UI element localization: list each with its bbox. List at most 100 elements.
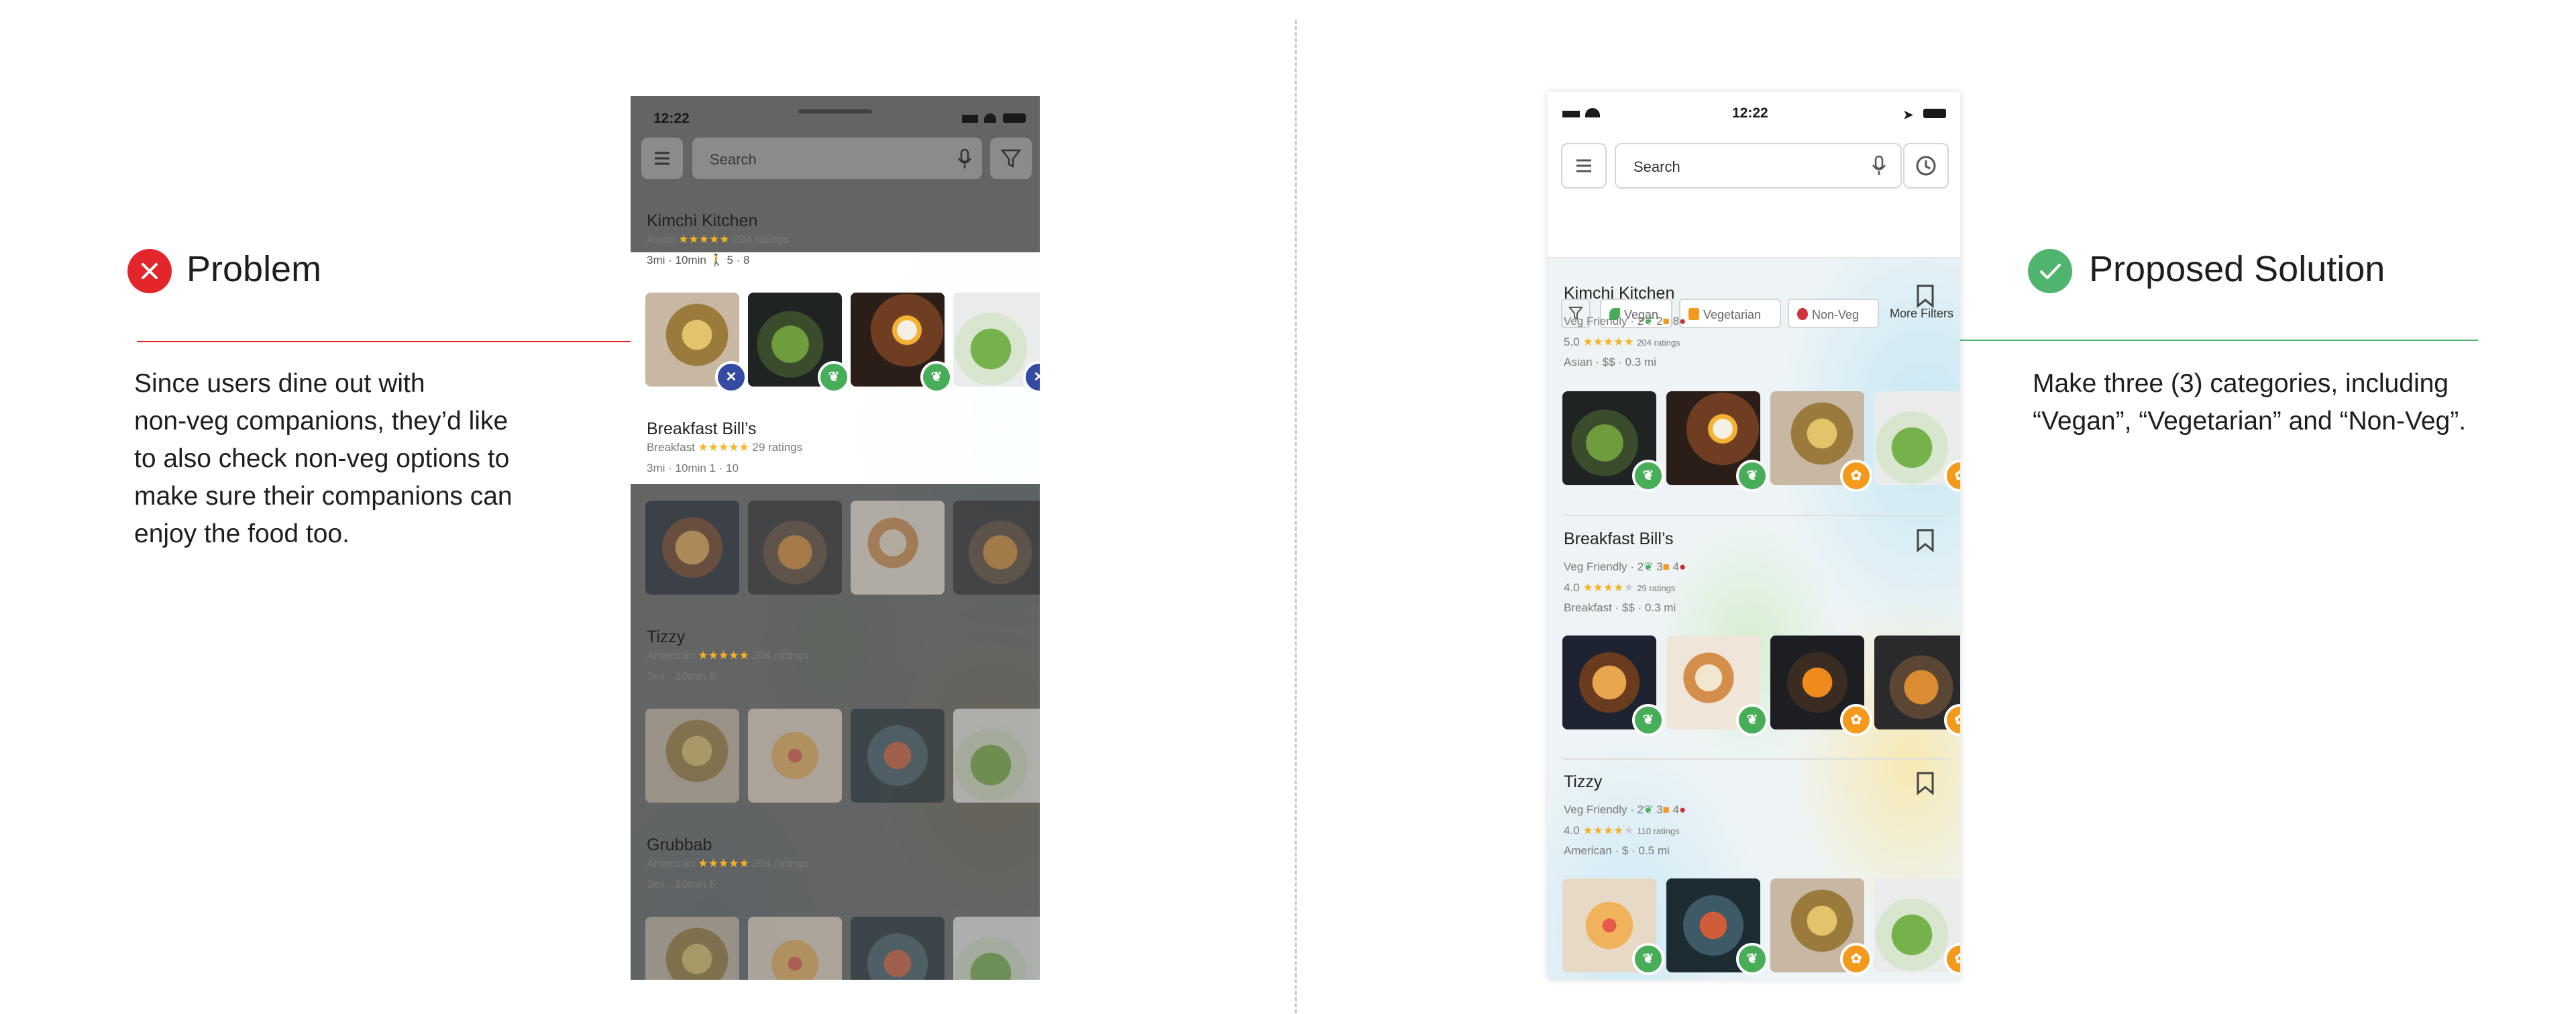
wifi-icon: [1585, 108, 1600, 117]
wifi-icon: [984, 113, 996, 123]
vegan-count: 2: [1637, 315, 1644, 327]
vegetarian-chip-label: Vegetarian: [1703, 308, 1762, 321]
rating-stars: ★★★★★: [1582, 824, 1634, 837]
distance: 0.3 mi: [1625, 356, 1656, 368]
problem-title: Problem: [186, 249, 322, 289]
search-input[interactable]: Search: [692, 138, 982, 179]
menu-button[interactable]: [641, 138, 683, 179]
rating-stars: ★★★★★: [1582, 581, 1634, 594]
bookmark-icon[interactable]: [1915, 771, 1935, 795]
restaurant-cuisine: American: [647, 857, 695, 870]
nonveg-chip-label: Non-Veg: [1812, 308, 1860, 321]
category-counts: 6: [709, 670, 716, 682]
meat-icon: ●: [1679, 803, 1686, 816]
veg-friendly-label: Veg Friendly: [1564, 803, 1627, 816]
restaurant-details: Asian · $$ · 0.3 mi: [1564, 356, 1656, 368]
solution-title: Proposed Solution: [2089, 249, 2385, 289]
food-photo[interactable]: [645, 709, 739, 803]
vegan-count: 2: [1637, 560, 1644, 573]
restaurant-meta: American ★★★★★ 204 ratings: [647, 857, 809, 870]
restaurant-category-counts: Veg Friendly · 2❦ 3■ 4●: [1564, 803, 1686, 816]
food-photo[interactable]: [748, 501, 842, 595]
vegetarian-chip[interactable]: Vegetarian: [1679, 299, 1781, 328]
status-bar: 12:22: [631, 96, 1040, 143]
food-photo[interactable]: [851, 917, 945, 980]
rating-stars: ★★★★★: [698, 441, 749, 454]
restaurant-rating-row: 5.0 ★★★★★ 204 ratings: [1564, 336, 1680, 349]
nonveg-chip[interactable]: Non-Veg: [1788, 299, 1879, 328]
rating-count: 110 ratings: [1637, 826, 1680, 836]
history-button[interactable]: [1903, 143, 1949, 189]
restaurant-ratings: 204 ratings: [733, 233, 790, 246]
restaurant-info: 3mi · 10min 6: [647, 878, 716, 891]
restaurant-name[interactable]: Breakfast Bill’s: [647, 419, 757, 439]
restaurant-info: 3mi · 10min 1 · 10: [647, 462, 739, 475]
leaf-badge-icon: ❦: [1736, 943, 1768, 975]
problem-line: enjoy the food too.: [134, 519, 350, 548]
restaurant-name[interactable]: Tizzy: [1564, 772, 1602, 792]
microphone-icon[interactable]: [957, 148, 973, 170]
vegetarian-count: 3: [1656, 560, 1663, 573]
food-photo[interactable]: [953, 501, 1040, 595]
menu-button[interactable]: [1561, 143, 1607, 189]
vegetarian-badge-icon: ✿: [1840, 704, 1872, 736]
category-counts: 1 · 10: [709, 462, 739, 474]
food-photo[interactable]: [953, 917, 1040, 980]
rating-value: 4.0: [1564, 581, 1580, 594]
rating-count: 29 ratings: [1637, 583, 1676, 593]
bookmark-icon[interactable]: [1915, 528, 1935, 552]
solution-description: Make three (3) categories, including “Ve…: [2033, 365, 2466, 440]
vegetarian-icon: [1688, 308, 1699, 320]
food-photo[interactable]: [953, 709, 1040, 803]
more-filters-link[interactable]: More Filters: [1890, 307, 1953, 321]
check-icon: [2028, 249, 2072, 293]
restaurant-name[interactable]: Tizzy: [647, 627, 685, 647]
nonveg-count: 4: [1672, 803, 1680, 816]
vegetarian-badge-icon: ✿: [1840, 943, 1872, 975]
restaurant-name[interactable]: Kimchi Kitchen: [1564, 284, 1674, 303]
food-photo[interactable]: [851, 501, 945, 595]
menu-icon: [655, 152, 669, 165]
food-photo[interactable]: [645, 917, 739, 980]
status-time: 12:22: [1732, 105, 1768, 121]
restaurant-name[interactable]: Breakfast Bill’s: [1564, 529, 1674, 549]
leaf-badge-icon: ❦: [1736, 704, 1768, 736]
search-placeholder: Search: [710, 151, 757, 168]
rating-value: 5.0: [1564, 336, 1580, 348]
price-level: $$: [1602, 356, 1615, 368]
status-bar: 12:22 ➤: [1548, 92, 1960, 139]
solution-connector-line: [1921, 340, 2478, 341]
rating-stars: ★★★★★: [678, 233, 730, 246]
bookmark-icon[interactable]: [1915, 284, 1935, 308]
leaf-badge-icon: ❦: [818, 361, 850, 393]
walking-icon: 🚶: [709, 254, 724, 266]
rating-stars: ★★★★★: [1582, 336, 1634, 348]
meat-icon: [1797, 308, 1808, 320]
restaurant-details: American · $ · 0.5 mi: [1564, 844, 1670, 857]
meat-icon: ●: [1679, 315, 1686, 327]
nonveg-count: 4: [1672, 560, 1680, 573]
problem-line: to also check non-veg options to: [134, 444, 510, 473]
restaurant-rating-row: 4.0 ★★★★★ 110 ratings: [1564, 824, 1680, 838]
leaf-badge-icon: ❦: [920, 361, 953, 393]
history-icon: [1916, 156, 1936, 176]
status-time: 12:22: [653, 111, 690, 126]
restaurant-name[interactable]: Kimchi Kitchen: [647, 211, 757, 231]
leaf-badge-icon: ❦: [1632, 460, 1664, 492]
restaurant-ratings: 204 ratings: [752, 857, 809, 870]
card-divider: [1562, 515, 1946, 516]
food-photo[interactable]: [748, 917, 842, 980]
restaurant-meta: American ★★★★★ 204 ratings: [647, 649, 809, 662]
distance-time: 3mi · 10min: [647, 670, 706, 682]
signal-icon: [962, 115, 978, 123]
veg-friendly-label: Veg Friendly: [1564, 315, 1627, 327]
restaurant-cuisine: American: [647, 649, 695, 662]
food-photo[interactable]: [645, 501, 739, 595]
microphone-icon[interactable]: [1871, 155, 1887, 176]
restaurant-name[interactable]: Grubbab: [647, 835, 712, 855]
search-input[interactable]: Search: [1615, 143, 1902, 189]
food-photo[interactable]: [851, 709, 945, 803]
restaurant-cuisine: Asian: [647, 233, 676, 246]
filter-button[interactable]: [990, 138, 1032, 179]
food-photo[interactable]: [748, 709, 842, 803]
